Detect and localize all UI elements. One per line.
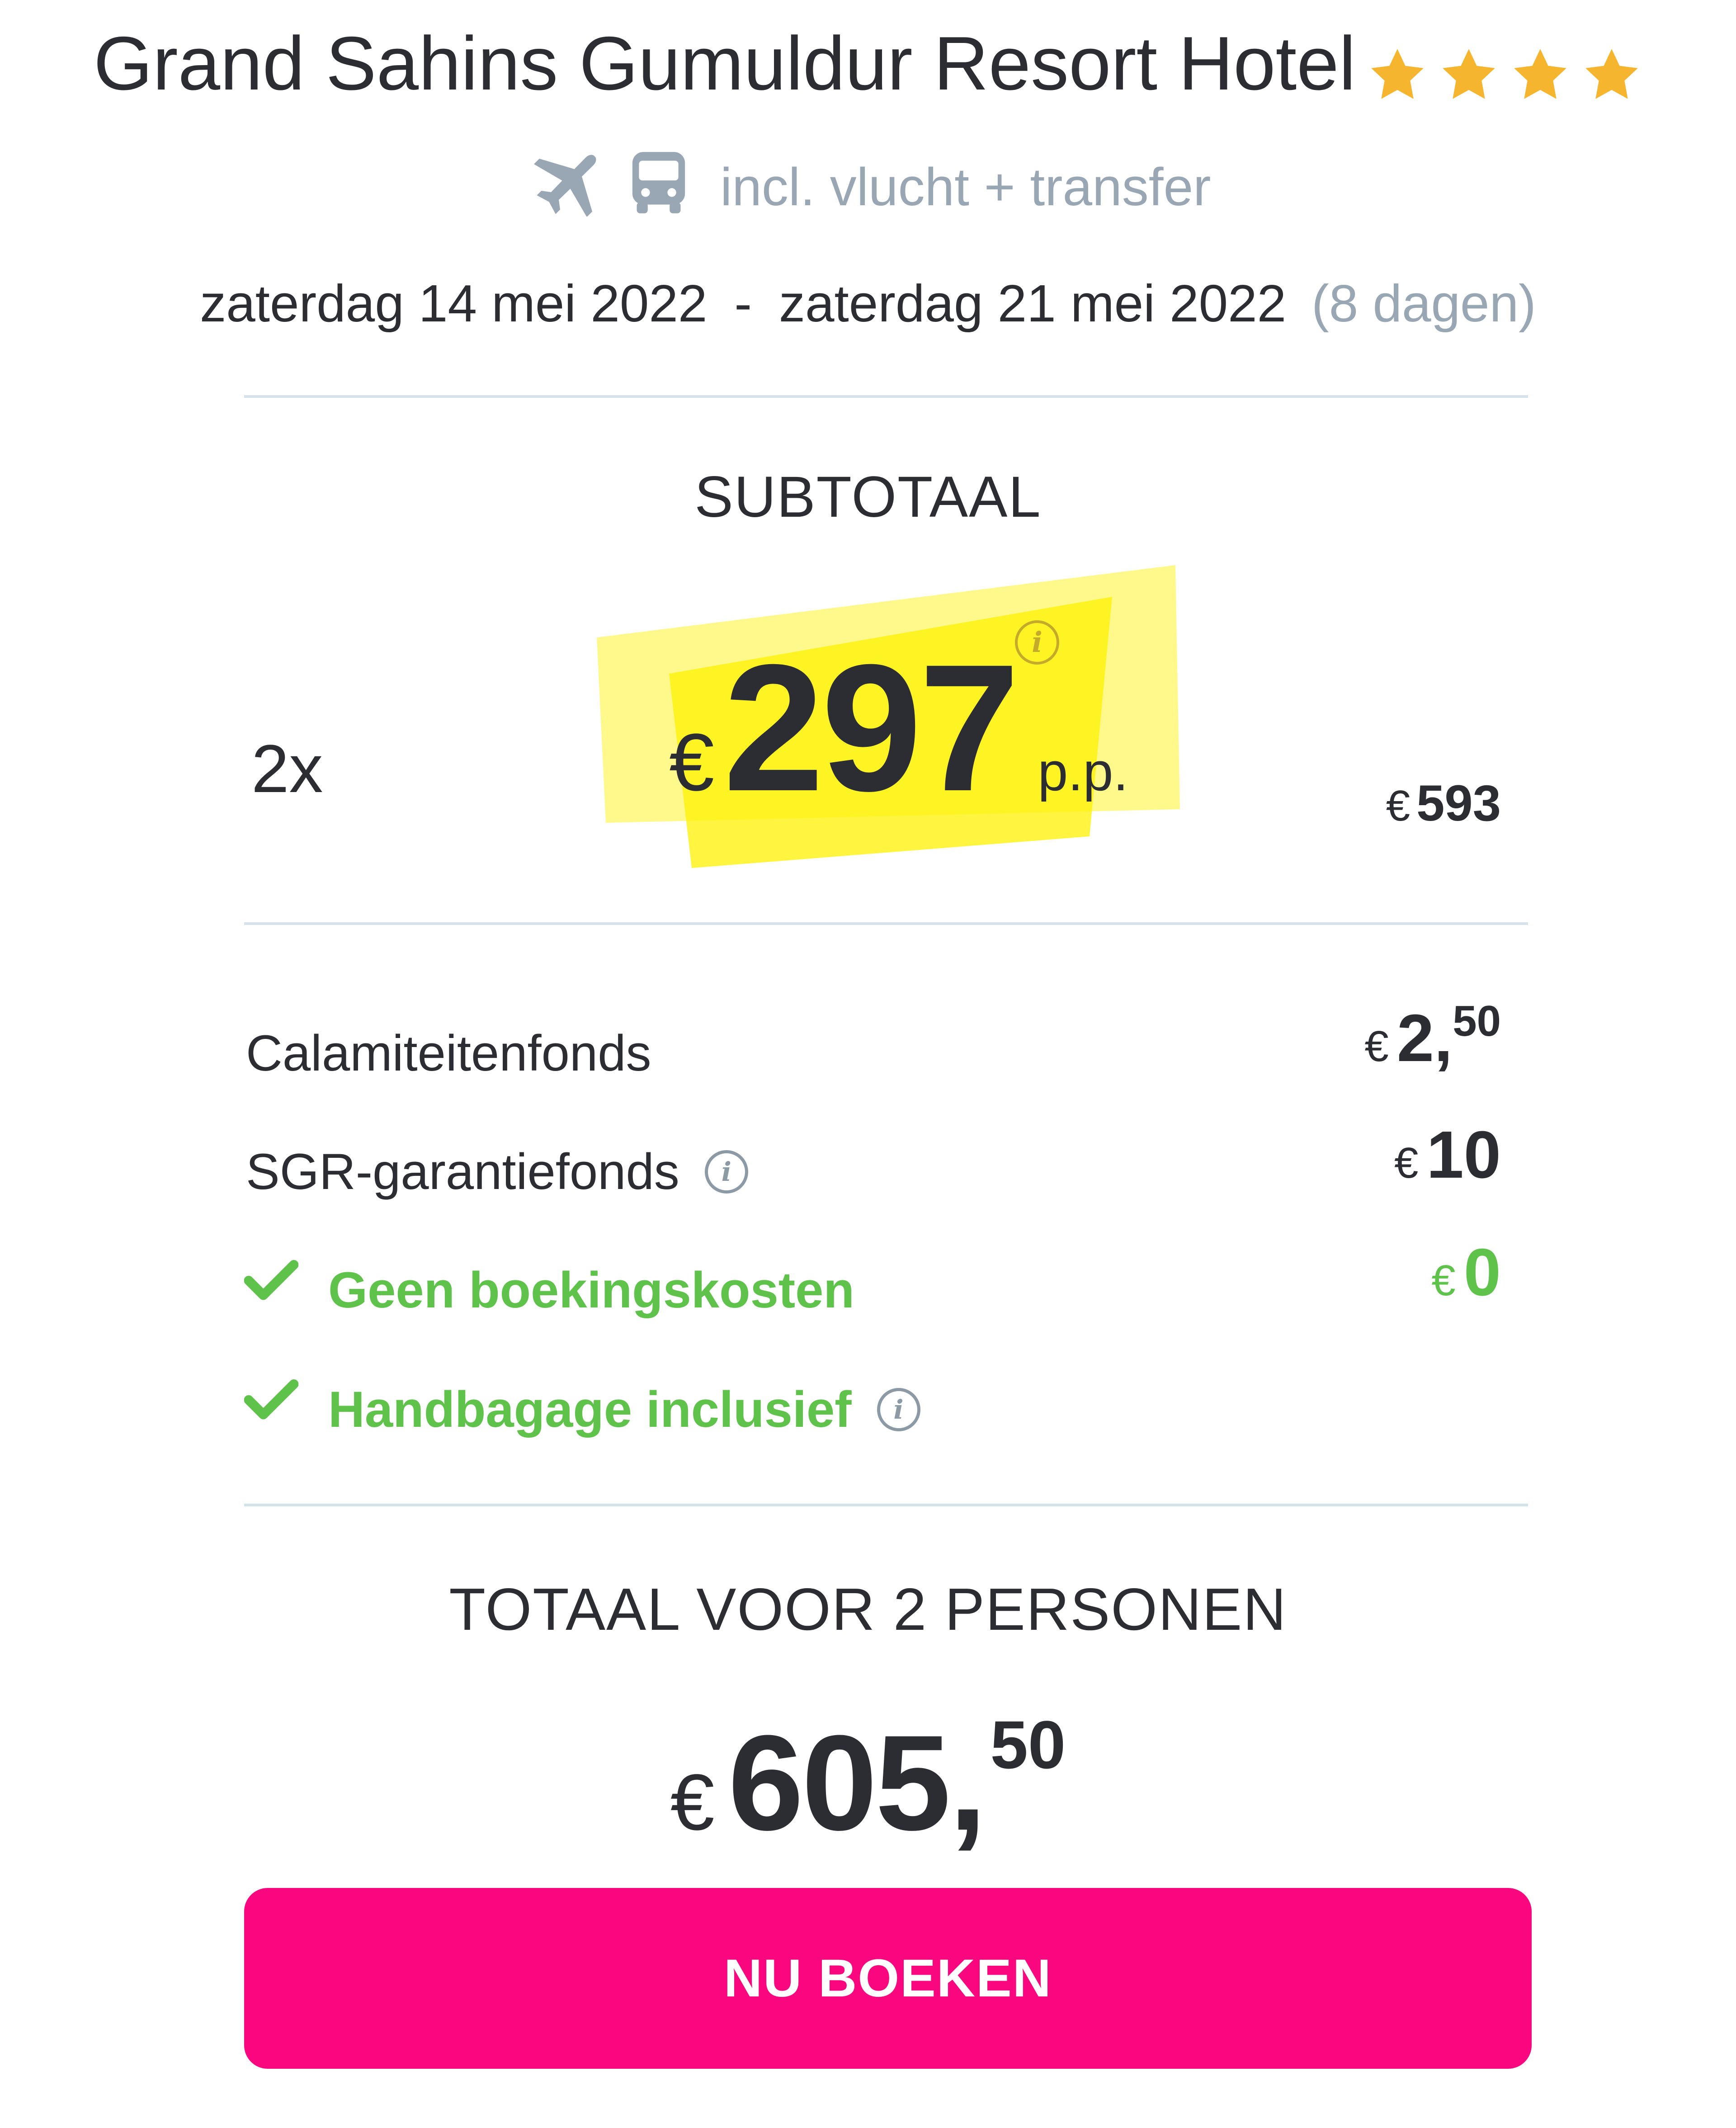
per-person-unit: p.p. — [1038, 741, 1128, 802]
divider — [244, 922, 1528, 925]
star-icon — [1443, 49, 1495, 99]
amount-whole: 10 — [1426, 1118, 1501, 1192]
star-icon — [1514, 49, 1566, 99]
price-per-person: €297 p.p. — [669, 637, 1128, 818]
divider — [244, 395, 1528, 398]
subtotal-heading: SUBTOTAAL — [694, 465, 1042, 529]
total-heading: TOTAAL VOOR 2 PERSONEN — [449, 1576, 1287, 1642]
bus-icon — [630, 149, 687, 217]
booking-costs-label: Geen boekingskosten — [328, 1262, 854, 1318]
currency-symbol: € — [669, 717, 715, 808]
star-icon — [1371, 49, 1424, 99]
sgr-info-icon[interactable]: i — [704, 1150, 748, 1194]
currency-symbol: € — [1386, 782, 1410, 830]
total-amount-cents: 50 — [990, 1707, 1066, 1783]
checkmark-icon — [244, 1376, 299, 1424]
subtotal-amount: 593 — [1416, 775, 1501, 831]
checkmark-icon — [244, 1257, 299, 1304]
currency-symbol: € — [670, 1758, 715, 1847]
hand-luggage-label: Handbagage inclusief i — [328, 1378, 920, 1441]
booking-costs-value: €0 — [1431, 1234, 1501, 1311]
total-price: €605,50 — [0, 1704, 1736, 1861]
currency-symbol: € — [1394, 1139, 1419, 1187]
calamity-fund-text: Calamiteitenfonds — [246, 1025, 651, 1081]
book-now-button[interactable]: NU BOEKEN — [244, 1888, 1532, 2069]
date-separator: - — [734, 274, 752, 333]
subtotal-sum: €593 — [1221, 774, 1501, 832]
sgr-fund-text: SGR-garantiefonds — [246, 1143, 679, 1200]
transport-info: incl. vlucht + transfer — [0, 149, 1736, 221]
amount-cents: 50 — [1453, 997, 1501, 1045]
amount-whole: 2, — [1396, 1001, 1453, 1076]
hotel-name: Grand Sahins Gumuldur Resort Hotel — [94, 21, 1356, 106]
trip-duration: (8 dagen) — [1311, 274, 1536, 333]
sgr-fund-label: SGR-garantiefonds i — [246, 1140, 748, 1203]
transport-label: incl. vlucht + transfer — [720, 157, 1211, 217]
hand-luggage-text: Handbagage inclusief — [328, 1381, 852, 1438]
amount-whole: 0 — [1463, 1235, 1501, 1310]
hotel-title-row: Grand Sahins Gumuldur Resort Hotel — [0, 18, 1736, 109]
currency-symbol: € — [1364, 1022, 1389, 1071]
luggage-info-icon[interactable]: i — [877, 1388, 920, 1432]
currency-symbol: € — [1431, 1256, 1456, 1305]
star-rating — [1367, 34, 1642, 125]
price-amount: 297 — [723, 627, 1019, 829]
star-icon — [1585, 49, 1638, 99]
divider — [244, 1504, 1528, 1506]
travel-dates: zaterdag 14 mei 2022- zaterdag 21 mei 202… — [0, 269, 1736, 337]
airplane-icon — [525, 149, 598, 217]
price-info-icon[interactable]: i — [1015, 620, 1059, 665]
sgr-fund-value: €10 — [1394, 1117, 1501, 1194]
traveler-quantity: 2x — [251, 731, 323, 807]
total-amount-whole: 605, — [728, 1707, 987, 1859]
start-date: zaterdag 14 mei 2022 — [200, 274, 708, 333]
end-date: zaterdag 21 mei 2022 — [779, 274, 1287, 333]
calamity-fund-label: Calamiteitenfonds — [246, 1022, 651, 1085]
calamity-fund-value: €2,50 — [1364, 997, 1501, 1077]
